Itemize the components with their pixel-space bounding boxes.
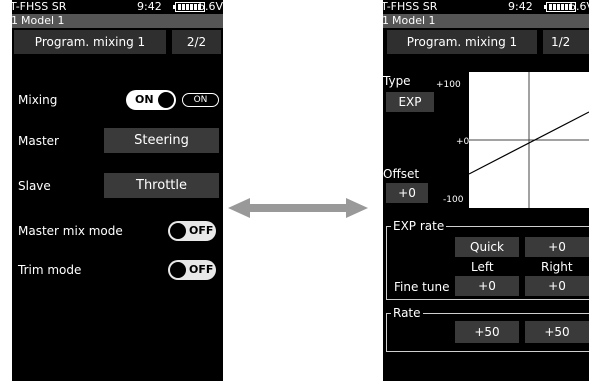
mixing-switch[interactable]: ON [126,90,176,110]
voltage: 6.6V [198,0,223,13]
system-label: T-FHSS SR [383,0,438,13]
toggle-knob-icon [170,262,186,278]
exp-quick-button[interactable]: Quick [455,237,519,257]
master-mix-mode-value: OFF [189,224,214,237]
trim-mode-label: Trim mode [18,263,82,277]
offset-label: Offset [383,167,420,181]
exp-quick-value[interactable]: +0 [525,237,589,257]
slave-field[interactable]: Throttle [104,173,219,198]
clock: 9:42 [508,0,533,13]
rate-left-field[interactable]: +50 [455,321,519,343]
slave-label: Slave [18,179,51,193]
model-name: Model 1 [21,14,65,27]
graph-top-label: +100 [436,80,461,90]
exp-left-header: Left [471,260,494,274]
exp-rate-title: EXP rate [391,219,447,233]
left-screen: T-FHSS SR 9:42 6.6V 1 Model 1 Program. m… [12,0,223,381]
master-mix-mode-label: Master mix mode [18,224,123,238]
mixing-switch-value: ON [135,93,154,106]
rate-right-field[interactable]: +50 [525,321,589,343]
fine-tune-label: Fine tune [394,280,450,294]
model-bar: 1 Model 1 [12,14,223,28]
page-indicator[interactable]: 1/2 [543,30,589,54]
offset-field[interactable]: +0 [386,183,428,203]
mixing-status-badge: ON [182,93,219,107]
status-bar: T-FHSS SR 9:42 6.6V [383,0,589,14]
exp-left-field[interactable]: +0 [455,276,519,296]
mixing-curve-graph [469,72,589,208]
model-number: 1 [12,14,18,27]
master-field[interactable]: Steering [104,128,219,153]
exp-right-field[interactable]: +0 [525,276,589,296]
model-bar: 1 Model 1 [383,14,589,28]
clock: 9:42 [137,0,162,13]
mixing-label: Mixing [18,93,58,107]
page-title: Program. mixing 1 [387,30,537,54]
type-label: Type [383,74,411,88]
graph-mid-label: +0 [456,137,470,147]
trim-mode-value: OFF [189,263,214,276]
master-mix-mode-toggle[interactable]: OFF [168,221,216,241]
master-label: Master [18,134,59,148]
page-title: Program. mixing 1 [14,30,166,54]
model-number: 1 [383,14,389,27]
page-indicator[interactable]: 2/2 [172,30,221,54]
trim-mode-toggle[interactable]: OFF [168,260,216,280]
model-name: Model 1 [392,14,436,27]
right-screen: T-FHSS SR 9:42 6.6V 1 Model 1 Program. m… [383,0,589,381]
system-label: T-FHSS SR [12,0,67,13]
exp-right-header: Right [541,260,573,274]
rate-title: Rate [391,306,423,320]
status-bar: T-FHSS SR 9:42 6.6V [12,0,223,14]
voltage: 6.6V [569,0,589,13]
switch-knob-icon [158,92,174,108]
type-field[interactable]: EXP [386,92,434,112]
battery-tip-icon [544,5,546,9]
battery-tip-icon [173,5,175,9]
graph-bottom-label: -100 [443,195,464,205]
toggle-knob-icon [170,223,186,239]
double-arrow-icon [228,198,368,218]
